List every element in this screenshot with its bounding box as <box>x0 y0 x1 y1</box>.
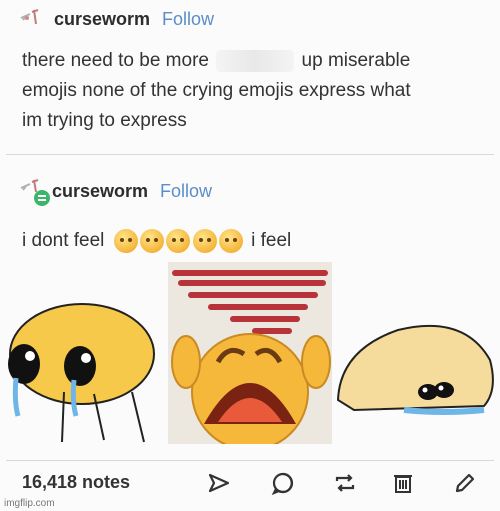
post-footer: 16,418 notes <box>0 462 500 502</box>
original-post-header: curseworm Follow <box>18 4 214 34</box>
divider <box>6 154 494 155</box>
username[interactable]: curseworm <box>54 9 150 30</box>
original-post-body: there need to be more up miserable emoji… <box>22 46 492 136</box>
watermark: imgflip.com <box>4 498 55 509</box>
worried-face-icon <box>192 228 217 253</box>
avatar[interactable] <box>18 4 48 34</box>
emoji-row <box>113 228 245 253</box>
notes-count[interactable]: 16,418 notes <box>22 472 130 493</box>
reblog-icon[interactable] <box>332 470 358 496</box>
post-text: emojis none of the crying emojis express… <box>22 80 411 101</box>
share-icon[interactable] <box>206 470 232 496</box>
follow-button[interactable]: Follow <box>162 9 214 30</box>
username[interactable]: curseworm <box>52 181 148 202</box>
crying-face-icon <box>113 228 138 253</box>
avatar[interactable] <box>18 176 50 206</box>
reblog-header: curseworm Follow <box>18 176 212 206</box>
loudly-crying-face-icon <box>139 228 164 253</box>
divider <box>6 460 494 461</box>
reblog-text: i feel <box>251 230 292 251</box>
reply-icon[interactable] <box>270 470 296 496</box>
post-text: im trying to express <box>22 110 187 131</box>
censored-text-blur <box>216 49 295 72</box>
tumblr-post: curseworm Follow there need to be more u… <box>0 0 500 511</box>
reblog-text: i dont feel <box>22 230 105 251</box>
edit-icon[interactable] <box>452 470 478 496</box>
crying-blob-image[interactable] <box>4 292 164 452</box>
sad-face-icon <box>218 228 243 253</box>
post-text: up miserable <box>301 50 411 71</box>
follow-button[interactable]: Follow <box>160 181 212 202</box>
distressed-emoji-image[interactable] <box>168 262 332 444</box>
melted-blob-image[interactable] <box>334 310 498 420</box>
reblog-body: i dont feel i feel <box>22 226 291 256</box>
delete-icon[interactable] <box>390 470 416 496</box>
sad-face-icon <box>166 228 191 253</box>
image-row <box>0 262 500 452</box>
post-text: there need to be more <box>22 50 209 71</box>
